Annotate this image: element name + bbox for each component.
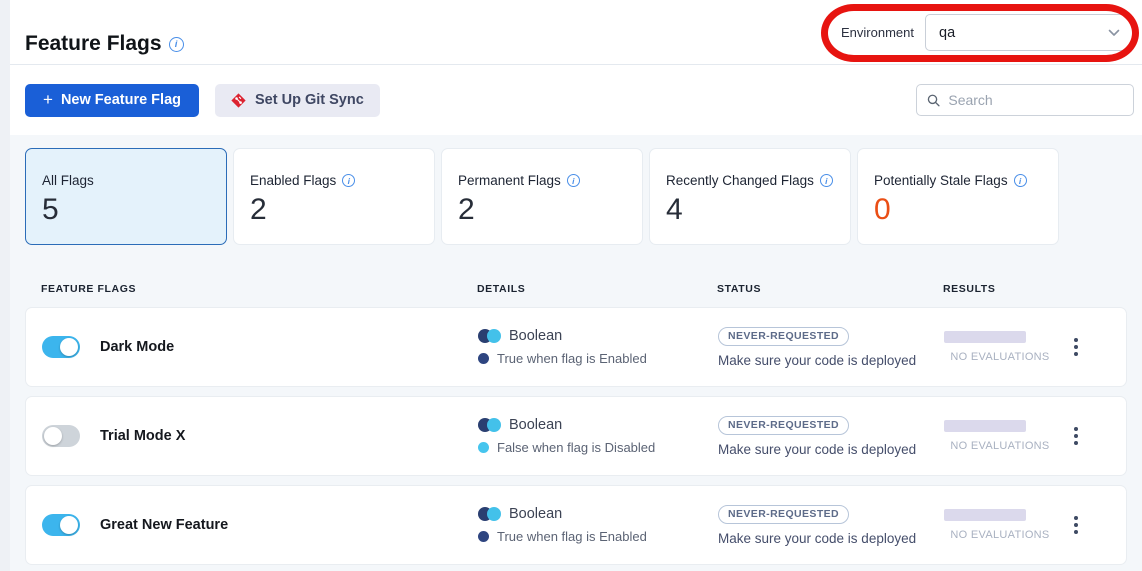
git-icon [231, 93, 246, 108]
boolean-type-icon [478, 418, 500, 432]
flag-type-label: Boolean [509, 328, 562, 344]
status-cell: NEVER-REQUESTED Make sure your code is d… [718, 505, 944, 546]
flag-cell: Great New Feature [42, 514, 478, 536]
page-header: Feature Flags i Environment qa [10, 0, 1142, 65]
stat-card-all-flags[interactable]: All Flags 5 [25, 148, 227, 245]
kebab-menu-icon[interactable] [1070, 423, 1082, 449]
table-row: Trial Mode X Boolean False when flag is … [25, 396, 1127, 476]
page-title-text: Feature Flags [25, 32, 162, 56]
environment-label: Environment [841, 25, 914, 40]
stat-value: 2 [458, 193, 626, 227]
search-input[interactable] [948, 92, 1123, 108]
stat-value: 0 [874, 193, 1042, 227]
boolean-type-icon [478, 507, 500, 521]
flag-cell: Dark Mode [42, 336, 478, 358]
toggle-knob [44, 427, 62, 445]
plus-icon: + [43, 90, 53, 110]
flag-name[interactable]: Trial Mode X [100, 428, 185, 444]
kebab-menu-icon[interactable] [1070, 334, 1082, 360]
details-cell: Boolean False when flag is Disabled [478, 417, 718, 455]
kebab-menu-icon[interactable] [1070, 512, 1082, 538]
new-feature-flag-button[interactable]: + New Feature Flag [25, 84, 199, 117]
status-badge: NEVER-REQUESTED [718, 416, 849, 435]
flag-cell: Trial Mode X [42, 425, 478, 447]
info-icon[interactable]: i [342, 174, 355, 187]
default-value-dot [478, 353, 489, 364]
column-header-feature-flags: FEATURE FLAGS [41, 283, 477, 295]
results-cell: NO EVALUATIONS [944, 509, 1056, 541]
flag-toggle[interactable] [42, 336, 80, 358]
table-header: FEATURE FLAGS DETAILS STATUS RESULTS [25, 245, 1127, 307]
flag-name[interactable]: Great New Feature [100, 517, 228, 533]
status-text: Make sure your code is deployed [718, 531, 916, 546]
default-value-label: True when flag is Enabled [497, 351, 647, 366]
status-cell: NEVER-REQUESTED Make sure your code is d… [718, 416, 944, 457]
new-feature-flag-label: New Feature Flag [61, 92, 181, 108]
details-cell: Boolean True when flag is Enabled [478, 328, 718, 366]
column-header-results: RESULTS [943, 283, 1055, 295]
stat-card-permanent-flags[interactable]: Permanent Flags i 2 [441, 148, 643, 245]
stat-label: Enabled Flags i [250, 173, 418, 188]
setup-git-sync-button[interactable]: Set Up Git Sync [215, 84, 380, 117]
results-label: NO EVALUATIONS [950, 529, 1049, 541]
page-title: Feature Flags i [25, 32, 184, 56]
status-text: Make sure your code is deployed [718, 353, 916, 368]
column-header-status: STATUS [717, 283, 943, 295]
stat-card-potentially-stale-flags[interactable]: Potentially Stale Flags i 0 [857, 148, 1059, 245]
status-cell: NEVER-REQUESTED Make sure your code is d… [718, 327, 944, 368]
toggle-knob [60, 338, 78, 356]
info-icon[interactable]: i [567, 174, 580, 187]
table-row: Great New Feature Boolean True when flag… [25, 485, 1127, 565]
stat-value: 4 [666, 193, 834, 227]
flag-type-label: Boolean [509, 506, 562, 522]
results-cell: NO EVALUATIONS [944, 420, 1056, 452]
evaluations-bar [944, 331, 1026, 343]
environment-value: qa [939, 25, 955, 41]
default-value-label: False when flag is Disabled [497, 440, 655, 455]
environment-select[interactable]: qa [925, 14, 1133, 51]
stat-card-recently-changed-flags[interactable]: Recently Changed Flags i 4 [649, 148, 851, 245]
default-value-dot [478, 531, 489, 542]
flag-type-label: Boolean [509, 417, 562, 433]
flag-rows: Dark Mode Boolean True when flag is Enab… [25, 307, 1127, 565]
details-cell: Boolean True when flag is Enabled [478, 506, 718, 544]
info-icon[interactable]: i [1014, 174, 1027, 187]
stat-card-enabled-flags[interactable]: Enabled Flags i 2 [233, 148, 435, 245]
default-value-label: True when flag is Enabled [497, 529, 647, 544]
stat-label: All Flags [42, 173, 210, 188]
evaluations-bar [944, 420, 1026, 432]
evaluations-bar [944, 509, 1026, 521]
column-header-details: DETAILS [477, 283, 717, 295]
toolbar: + New Feature Flag Set Up Git Sync [10, 65, 1142, 135]
status-badge: NEVER-REQUESTED [718, 327, 849, 346]
chevron-down-icon [1108, 29, 1120, 37]
status-badge: NEVER-REQUESTED [718, 505, 849, 524]
search-icon [927, 93, 940, 108]
status-text: Make sure your code is deployed [718, 442, 916, 457]
stat-label: Potentially Stale Flags i [874, 173, 1042, 188]
stat-value: 5 [42, 193, 210, 227]
default-value-dot [478, 442, 489, 453]
environment-group: Environment qa [841, 14, 1133, 51]
results-cell: NO EVALUATIONS [944, 331, 1056, 363]
search-box [916, 84, 1134, 116]
info-icon[interactable]: i [820, 174, 833, 187]
table-row: Dark Mode Boolean True when flag is Enab… [25, 307, 1127, 387]
boolean-type-icon [478, 329, 500, 343]
results-label: NO EVALUATIONS [950, 440, 1049, 452]
flag-toggle[interactable] [42, 514, 80, 536]
info-icon[interactable]: i [169, 37, 184, 52]
stat-label: Recently Changed Flags i [666, 173, 834, 188]
flag-toggle[interactable] [42, 425, 80, 447]
content-area: All Flags 5 Enabled Flags i 2 Permanent … [10, 135, 1142, 571]
stat-value: 2 [250, 193, 418, 227]
stats-row: All Flags 5 Enabled Flags i 2 Permanent … [25, 148, 1127, 245]
flag-name[interactable]: Dark Mode [100, 339, 174, 355]
stat-label: Permanent Flags i [458, 173, 626, 188]
git-sync-label: Set Up Git Sync [255, 92, 364, 108]
main-panel: Feature Flags i Environment qa + New Fea… [10, 0, 1142, 571]
toggle-knob [60, 516, 78, 534]
results-label: NO EVALUATIONS [950, 351, 1049, 363]
